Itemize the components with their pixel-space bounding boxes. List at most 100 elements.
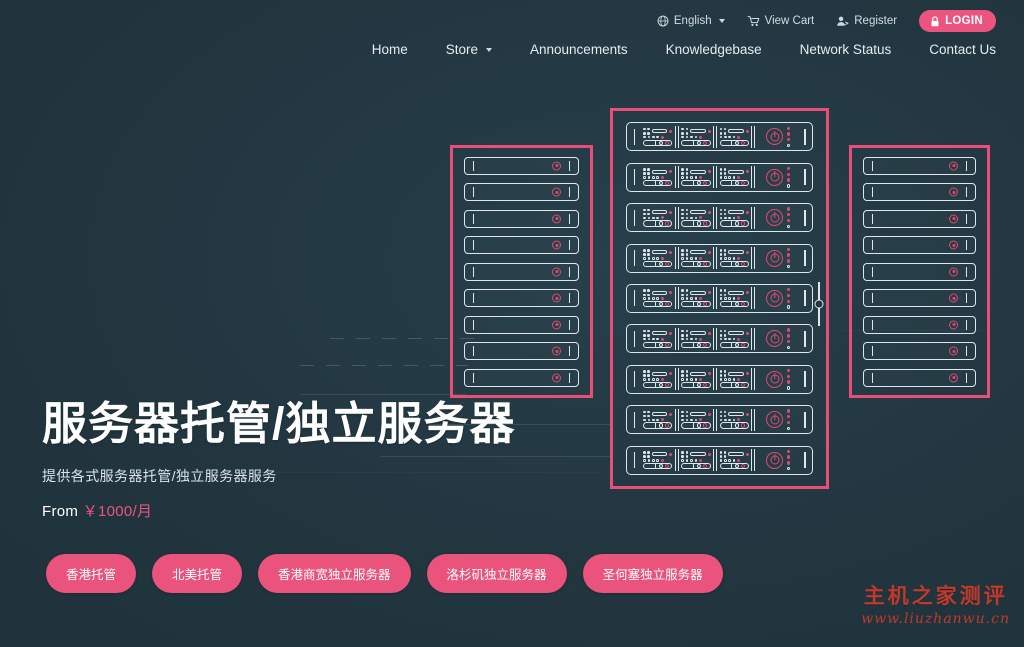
cta-sanjose-dedicated[interactable]: 圣何塞独立服务器 [583, 554, 723, 593]
login-label: LOGIN [945, 15, 983, 27]
nav-item-knowledgebase[interactable]: Knowledgebase [666, 42, 762, 57]
decorative-line [300, 394, 466, 395]
dot-row-icon [720, 257, 736, 260]
server-unit [863, 342, 976, 360]
server-unit [626, 405, 813, 434]
module-indicators [681, 411, 710, 418]
status-dot [699, 216, 702, 219]
nav-item-contact-us[interactable]: Contact Us [929, 42, 996, 57]
module-drive-bay [720, 301, 749, 307]
login-button[interactable]: LOGIN [919, 10, 996, 32]
unit-handle-left [630, 409, 639, 431]
power-icon [766, 330, 783, 347]
status-dot [669, 372, 672, 375]
watermark-url: www.liuzhanwu.cn [861, 611, 1010, 627]
status-dot [661, 297, 664, 300]
dot-grid-icon [681, 209, 688, 216]
dot-grid-icon [720, 168, 727, 175]
drive-indicator-active [703, 221, 707, 225]
unit-power-panel [754, 247, 798, 269]
dot-grid-icon [720, 330, 727, 337]
status-dot [737, 338, 740, 341]
unit-power-led [552, 373, 561, 382]
server-module [716, 409, 752, 431]
unit-power-panel [754, 449, 798, 471]
dot-row-icon [643, 378, 659, 381]
drive-indicator [735, 181, 739, 185]
module-slot [728, 170, 743, 174]
dot-row-icon [720, 217, 736, 220]
status-dot [737, 136, 740, 139]
status-dot [661, 338, 664, 341]
view-cart-link[interactable]: View Cart [747, 15, 815, 27]
unit-power-panel [754, 328, 798, 350]
status-dot [669, 453, 672, 456]
power-icon [766, 209, 783, 226]
server-unit [464, 157, 579, 175]
language-selector[interactable]: English [657, 15, 725, 27]
nav-item-store[interactable]: Store [446, 42, 492, 57]
unit-power-led [949, 214, 958, 223]
module-indicators [681, 168, 710, 175]
module-drive-bay [681, 301, 710, 307]
status-dot [699, 418, 702, 421]
nav-item-home[interactable]: Home [372, 42, 408, 57]
server-module [716, 126, 752, 148]
cta-hongkong-bandwidth-dedicated[interactable]: 香港商宽独立服务器 [258, 554, 411, 593]
module-slot [652, 170, 667, 174]
dot-grid-icon [720, 289, 727, 296]
unit-handle-right [800, 409, 809, 431]
status-led-column [787, 288, 790, 309]
cta-losangeles-dedicated[interactable]: 洛杉矶独立服务器 [427, 554, 567, 593]
status-dot [661, 216, 664, 219]
dot-row-icon [643, 217, 659, 220]
drive-indicator [697, 343, 701, 347]
module-drive-bay [681, 261, 710, 267]
cart-icon [747, 15, 760, 27]
unit-power-led [949, 347, 958, 356]
module-indicators-row2 [643, 135, 672, 140]
server-unit [626, 203, 813, 232]
module-drive-bay [681, 220, 710, 226]
unit-power-led [949, 373, 958, 382]
dot-row-icon [720, 459, 736, 462]
unit-handle-right [966, 214, 967, 224]
nav-label: Contact Us [929, 42, 996, 57]
status-dot [699, 378, 702, 381]
status-dot [661, 418, 664, 421]
unit-handle-right [800, 328, 809, 350]
unit-handle-right [800, 368, 809, 390]
server-unit [863, 289, 976, 307]
chevron-down-icon [486, 48, 492, 52]
drive-indicator [697, 181, 701, 185]
drive-indicator-active [741, 181, 745, 185]
status-dot [669, 211, 672, 214]
drive-indicator-active [665, 343, 669, 347]
server-module [641, 207, 676, 229]
status-dot [737, 176, 740, 179]
cta-northamerica-hosting[interactable]: 北美托管 [152, 554, 242, 593]
module-slot [690, 129, 705, 133]
server-unit [626, 284, 813, 313]
module-slot [652, 250, 667, 254]
status-dot [746, 413, 749, 416]
server-module [678, 449, 714, 471]
cta-hongkong-hosting[interactable]: 香港托管 [46, 554, 136, 593]
dot-row-icon [720, 419, 736, 422]
module-indicators [720, 168, 749, 175]
nav-item-announcements[interactable]: Announcements [530, 42, 628, 57]
unit-handle-left [473, 346, 474, 356]
nav-item-network-status[interactable]: Network Status [800, 42, 892, 57]
drive-indicator [697, 464, 701, 468]
unit-handle-left [473, 187, 474, 197]
dot-row-icon [720, 378, 736, 381]
unit-handle-left [630, 368, 639, 390]
module-drive-bay [720, 463, 749, 469]
status-dot [746, 130, 749, 133]
module-indicators [643, 330, 672, 337]
price-amount: ￥1000/月 [83, 503, 153, 520]
unit-power-panel [754, 287, 798, 309]
drive-indicator-active [665, 141, 669, 145]
register-link[interactable]: Register [836, 15, 897, 27]
status-dot [708, 453, 711, 456]
